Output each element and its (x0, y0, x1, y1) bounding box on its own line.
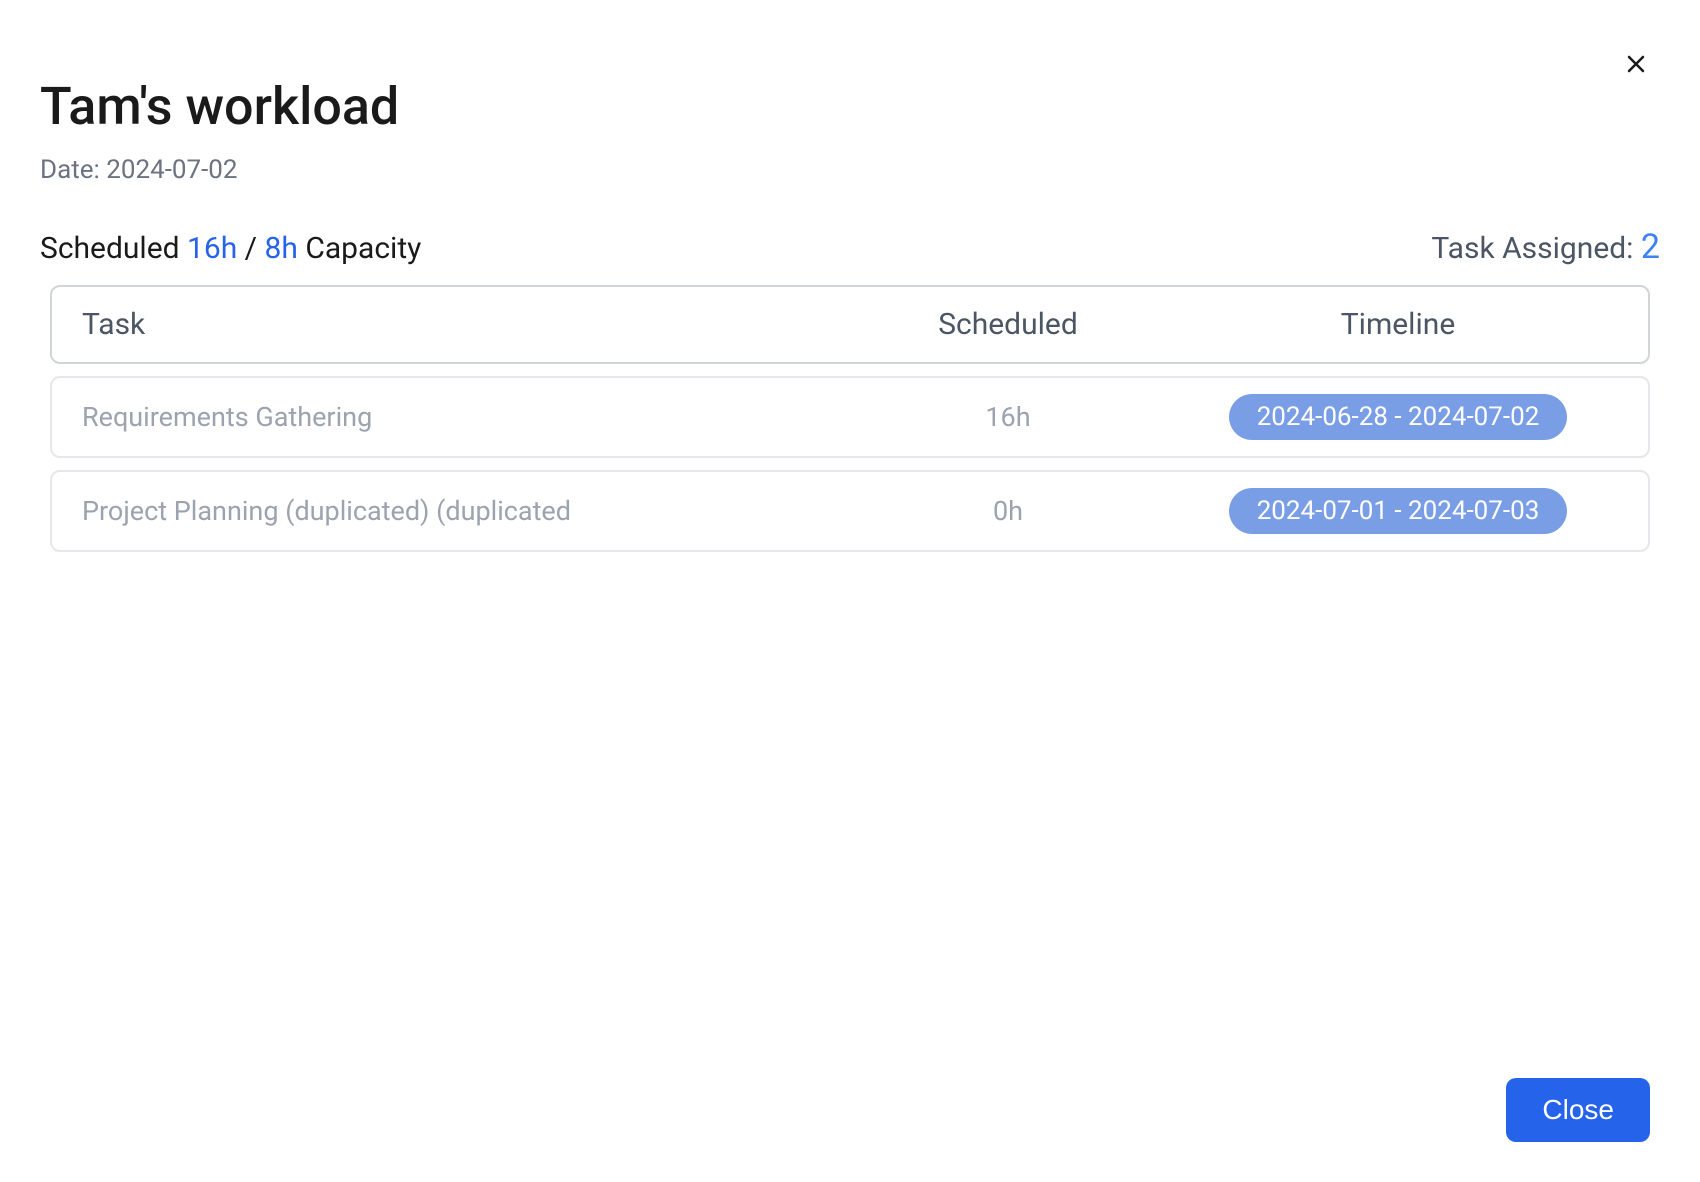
scheduled-label: Scheduled (40, 231, 187, 266)
page-title: Tam's workload (40, 76, 1660, 137)
table-header: Task Scheduled Timeline (50, 285, 1650, 364)
col-header-timeline: Timeline (1178, 307, 1618, 342)
capacity-label: Capacity (298, 231, 421, 266)
task-scheduled: 0h (838, 495, 1178, 527)
task-assigned: Task Assigned: 2 (1431, 227, 1660, 267)
capacity-hours: 8h (264, 231, 297, 266)
task-assigned-count: 2 (1641, 227, 1660, 267)
timeline-pill: 2024-07-01 - 2024-07-03 (1229, 488, 1568, 534)
scheduled-summary: Scheduled 16h / 8h Capacity (40, 231, 421, 266)
task-scheduled: 16h (838, 401, 1178, 433)
timeline-cell: 2024-06-28 - 2024-07-02 (1178, 394, 1618, 440)
task-assigned-label: Task Assigned: (1431, 231, 1640, 266)
task-table: Task Scheduled Timeline Requirements Gat… (40, 285, 1660, 552)
table-row: Requirements Gathering 16h 2024-06-28 - … (50, 376, 1650, 458)
close-icon[interactable] (1622, 50, 1650, 78)
col-header-scheduled: Scheduled (838, 307, 1178, 342)
timeline-pill: 2024-06-28 - 2024-07-02 (1229, 394, 1568, 440)
close-button[interactable]: Close (1506, 1078, 1650, 1142)
table-row: Project Planning (duplicated) (duplicate… (50, 470, 1650, 552)
col-header-task: Task (82, 307, 838, 342)
date-prefix: Date: (40, 155, 106, 185)
timeline-cell: 2024-07-01 - 2024-07-03 (1178, 488, 1618, 534)
date-label: Date: 2024-07-02 (40, 155, 1660, 185)
date-value: 2024-07-02 (106, 155, 237, 185)
task-name: Requirements Gathering (82, 401, 602, 433)
task-name: Project Planning (duplicated) (duplicate… (82, 495, 602, 527)
summary-row: Scheduled 16h / 8h Capacity Task Assigne… (40, 227, 1660, 267)
scheduled-hours: 16h (187, 231, 237, 266)
scheduled-separator: / (237, 231, 264, 266)
